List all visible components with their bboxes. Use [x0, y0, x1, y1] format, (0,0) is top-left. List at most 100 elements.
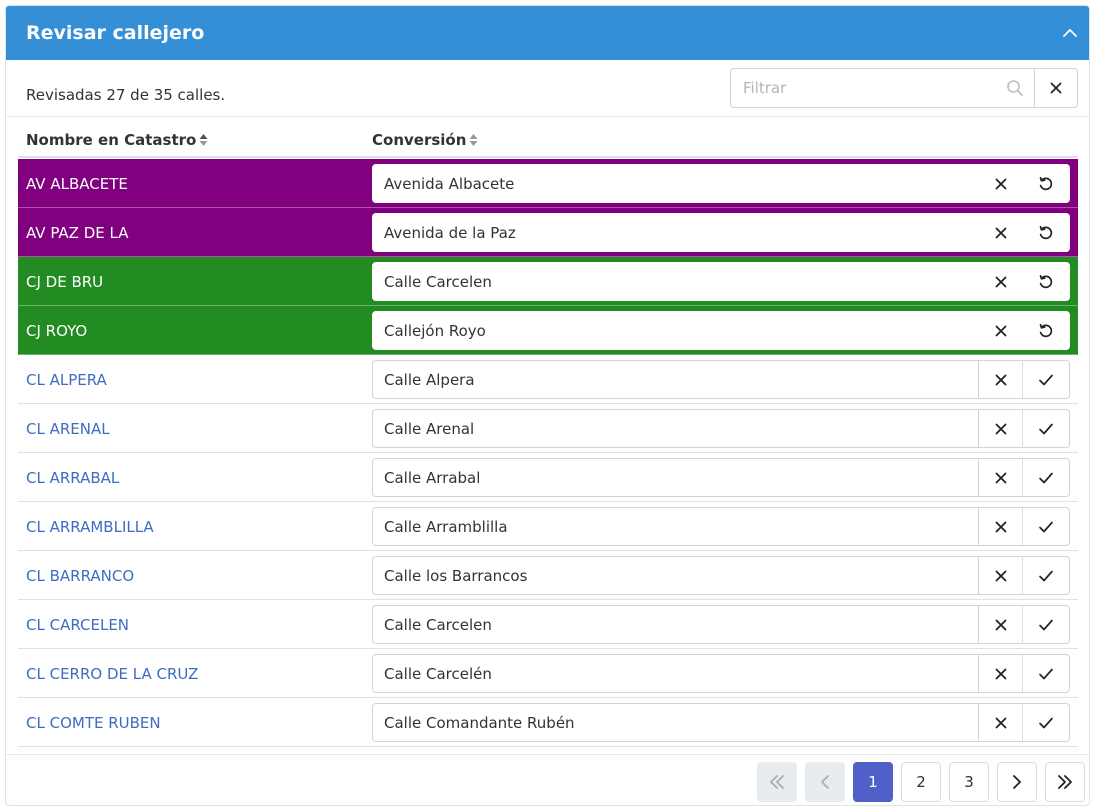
- clear-conversion-button[interactable]: [979, 409, 1023, 448]
- conversion-input[interactable]: [372, 654, 979, 693]
- conversion-input-group: [372, 262, 1070, 301]
- next-page-button[interactable]: [997, 762, 1037, 802]
- table-row: CL COMTE RUBEN: [18, 698, 1078, 747]
- street-name-link[interactable]: CL BARRANCO: [26, 567, 134, 585]
- close-icon: [995, 325, 1006, 336]
- undo-conversion-button[interactable]: [1023, 262, 1070, 301]
- close-icon: [995, 668, 1006, 679]
- conversion-input[interactable]: [372, 458, 979, 497]
- street-name-link[interactable]: CL ARENAL: [26, 420, 110, 438]
- prev-page-button[interactable]: [805, 762, 845, 802]
- clear-conversion-button[interactable]: [979, 360, 1023, 399]
- page-3-button[interactable]: 3: [949, 762, 989, 802]
- conversion-input[interactable]: [372, 605, 979, 644]
- close-icon: [995, 423, 1006, 434]
- close-icon: [1050, 82, 1062, 94]
- check-icon: [1039, 717, 1053, 728]
- confirm-conversion-button[interactable]: [1023, 605, 1070, 644]
- clear-conversion-button[interactable]: [979, 507, 1023, 546]
- page-1-button[interactable]: 1: [853, 762, 893, 802]
- street-name-link[interactable]: AV ALBACETE: [26, 175, 128, 193]
- confirm-conversion-button[interactable]: [1023, 458, 1070, 497]
- table-header: Nombre en Catastro Conversión: [18, 117, 1078, 158]
- undo-conversion-button[interactable]: [1023, 213, 1070, 252]
- street-name-link[interactable]: CL COMTE RUBEN: [26, 714, 161, 732]
- column-header-name[interactable]: Nombre en Catastro: [26, 131, 208, 149]
- conversion-input[interactable]: [372, 213, 979, 252]
- table-row: CL ARRAMBLILLA: [18, 502, 1078, 551]
- street-name-link[interactable]: AV PAZ DE LA: [26, 224, 128, 242]
- clear-conversion-button[interactable]: [979, 605, 1023, 644]
- collapse-button[interactable]: [1057, 20, 1083, 46]
- first-page-button[interactable]: [757, 762, 797, 802]
- conversion-input-group: [372, 164, 1070, 203]
- table-footer: 1 2 3: [6, 754, 1089, 805]
- confirm-conversion-button[interactable]: [1023, 556, 1070, 595]
- street-name-link[interactable]: CL ARRABAL: [26, 469, 119, 487]
- page-2-button[interactable]: 2: [901, 762, 941, 802]
- chevron-right-icon: [1013, 775, 1021, 789]
- conversion-input[interactable]: [372, 262, 979, 301]
- conversion-input[interactable]: [372, 556, 979, 595]
- table-row: CJ DE BRU: [18, 257, 1078, 306]
- conversion-input-group: [372, 458, 1070, 497]
- toolbar: Revisadas 27 de 35 calles.: [6, 60, 1089, 117]
- chevron-left-icon: [821, 775, 829, 789]
- table-row: AV PAZ DE LA: [18, 208, 1078, 257]
- search-icon: [1007, 80, 1023, 96]
- double-chevron-right-icon: [1058, 775, 1072, 789]
- conversion-input[interactable]: [372, 507, 979, 546]
- clear-conversion-button[interactable]: [979, 311, 1023, 350]
- check-icon: [1039, 619, 1053, 630]
- check-icon: [1039, 472, 1053, 483]
- conversion-input-group: [372, 654, 1070, 693]
- street-name-link[interactable]: CJ ROYO: [26, 322, 87, 340]
- confirm-conversion-button[interactable]: [1023, 703, 1070, 742]
- review-panel: Revisar callejero Revisadas 27 de 35 cal…: [5, 5, 1090, 806]
- undo-icon: [1039, 225, 1053, 239]
- confirm-conversion-button[interactable]: [1023, 507, 1070, 546]
- conversion-input-group: [372, 507, 1070, 546]
- table-row: AV ALBACETE: [18, 159, 1078, 208]
- undo-conversion-button[interactable]: [1023, 311, 1070, 350]
- conversion-input[interactable]: [372, 703, 979, 742]
- clear-conversion-button[interactable]: [979, 213, 1023, 252]
- check-icon: [1039, 521, 1053, 532]
- conversion-input[interactable]: [372, 311, 979, 350]
- last-page-button[interactable]: [1045, 762, 1085, 802]
- pagination: 1 2 3: [757, 762, 1085, 802]
- table-row: CJ ROYO: [18, 306, 1078, 355]
- clear-conversion-button[interactable]: [979, 164, 1023, 203]
- undo-conversion-button[interactable]: [1023, 164, 1070, 203]
- check-icon: [1039, 374, 1053, 385]
- clear-conversion-button[interactable]: [979, 458, 1023, 497]
- conversion-input[interactable]: [372, 164, 979, 203]
- street-name-link[interactable]: CL ARRAMBLILLA: [26, 518, 154, 536]
- clear-conversion-button[interactable]: [979, 556, 1023, 595]
- clear-conversion-button[interactable]: [979, 262, 1023, 301]
- close-icon: [995, 178, 1006, 189]
- confirm-conversion-button[interactable]: [1023, 654, 1070, 693]
- check-icon: [1039, 570, 1053, 581]
- check-icon: [1039, 423, 1053, 434]
- clear-conversion-button[interactable]: [979, 654, 1023, 693]
- conversion-input[interactable]: [372, 409, 979, 448]
- table-row: CL ALPERA: [18, 355, 1078, 404]
- filter-input[interactable]: [730, 68, 1036, 108]
- table-row: CL ARENAL: [18, 404, 1078, 453]
- column-header-conversion[interactable]: Conversión: [372, 131, 478, 149]
- conversion-input-group: [372, 311, 1070, 350]
- confirm-conversion-button[interactable]: [1023, 409, 1070, 448]
- street-name-link[interactable]: CL CARCELEN: [26, 616, 129, 634]
- street-name-link[interactable]: CJ DE BRU: [26, 273, 103, 291]
- sort-icon: [469, 134, 478, 146]
- street-name-link[interactable]: CL CERRO DE LA CRUZ: [26, 665, 198, 683]
- review-summary: Revisadas 27 de 35 calles.: [26, 86, 226, 104]
- conversion-input[interactable]: [372, 360, 979, 399]
- close-icon: [995, 472, 1006, 483]
- clear-conversion-button[interactable]: [979, 703, 1023, 742]
- street-name-link[interactable]: CL ALPERA: [26, 371, 107, 389]
- clear-filter-button[interactable]: [1034, 68, 1078, 108]
- confirm-conversion-button[interactable]: [1023, 360, 1070, 399]
- undo-icon: [1039, 274, 1053, 288]
